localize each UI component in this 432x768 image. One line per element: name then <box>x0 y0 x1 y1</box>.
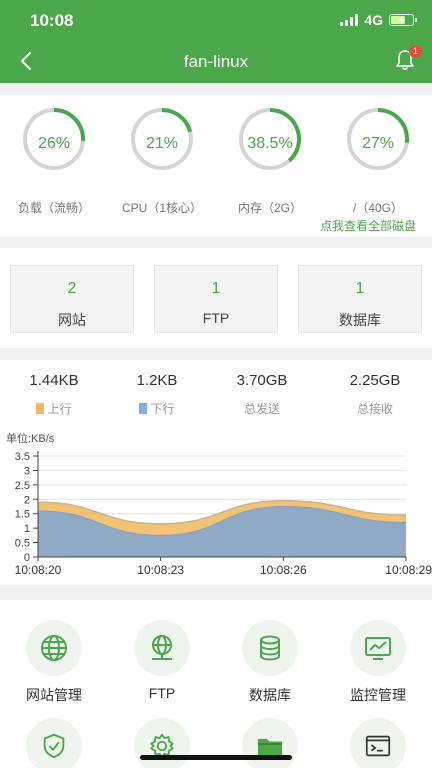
folder-icon <box>242 718 298 768</box>
download-swatch <box>139 403 148 414</box>
status-indicators: 4G <box>340 12 417 28</box>
count-value: 1 <box>211 280 221 297</box>
upload-swatch <box>36 403 45 414</box>
system-status-card: 26% 负载（流畅） 21% CPU（1核心） 38.5% 内存（2G） 27%… <box>0 95 432 237</box>
ftp-globe-icon <box>134 620 190 676</box>
y-tick-label: 1 <box>24 523 30 535</box>
gauge-label: CPU（1核心） <box>121 201 202 215</box>
traffic-label: 总发送 <box>243 402 280 416</box>
gauge-memory[interactable]: 38.5% 内存（2G） <box>228 107 312 216</box>
count-label: 网站 <box>58 312 86 328</box>
gauge-label: 内存（2G） <box>237 201 302 215</box>
view-all-disks-link[interactable]: 点我查看全部磁盘 <box>320 217 416 234</box>
battery-icon <box>389 14 417 26</box>
gauge-label: 负载（流畅） <box>17 201 90 215</box>
terminal-icon <box>350 718 406 768</box>
traffic-label: 总接收 <box>356 402 393 416</box>
database-icon <box>242 620 298 676</box>
count-value: 2 <box>67 280 77 297</box>
shield-check-icon <box>26 718 82 768</box>
traffic-value: 1.44KB <box>29 372 79 389</box>
counts-card: 2 网站 1 FTP 1 数据库 <box>0 248 432 348</box>
x-tick-label: 10:08:23 <box>137 563 184 577</box>
x-tick-label: 10:08:26 <box>260 563 307 577</box>
menu-ftp[interactable]: FTP <box>112 620 212 701</box>
page-title: fan-linux <box>183 52 249 71</box>
count-databases[interactable]: 1 数据库 <box>298 265 422 333</box>
traffic-total-sent: 3.70GB 总发送 <box>212 372 312 417</box>
count-label: FTP <box>202 310 230 326</box>
y-tick-label: 2.5 <box>15 480 30 492</box>
traffic-chart: 00.511.522.533.510:08:20 10:08:23 10:08:26… <box>15 451 432 577</box>
menu-label: FTP <box>148 685 176 701</box>
traffic-value: 1.2KB <box>136 372 178 389</box>
menu-label: 网站管理 <box>26 687 82 703</box>
count-label: 数据库 <box>339 312 381 328</box>
traffic-value: 3.70GB <box>236 372 288 389</box>
signal-icon <box>340 14 359 26</box>
gauge-load[interactable]: 26% 负载（流畅） <box>12 107 96 216</box>
traffic-value: 2.25GB <box>349 372 401 389</box>
y-tick-label: 1.5 <box>15 509 30 521</box>
gauge-cpu[interactable]: 21% CPU（1核心） <box>120 107 204 216</box>
notification-badge: 1 <box>409 45 422 58</box>
gauge-value: 26% <box>37 135 71 152</box>
y-tick-label: 3 <box>24 465 30 477</box>
menu-database[interactable]: 数据库 <box>220 620 320 705</box>
x-tick-label: 10:08:29 <box>385 563 432 577</box>
y-tick-label: 0.5 <box>15 538 30 550</box>
y-tick-label: 2 <box>24 494 30 506</box>
home-indicator <box>140 755 292 760</box>
menu-terminal[interactable] <box>328 718 428 768</box>
traffic-download: 1.2KB 下行 <box>107 372 207 417</box>
network-type: 4G <box>364 12 383 28</box>
traffic-total-received: 2.25GB 总接收 <box>325 372 425 417</box>
gauge-value: 21% <box>145 135 179 152</box>
menu-security[interactable] <box>4 718 104 768</box>
traffic-upload: 1.44KB 上行 <box>4 372 104 417</box>
status-bar: 10:08 4G <box>0 0 432 40</box>
gauge-value: 38.5% <box>247 135 293 152</box>
menu-website-management[interactable]: 网站管理 <box>4 620 104 705</box>
x-tick-label: 10:08:20 <box>15 563 62 577</box>
gauge-progress <box>161 108 193 133</box>
menu-monitoring[interactable]: 监控管理 <box>328 620 428 705</box>
app: 10:08 4G fan-linux 1 26% 负载（流畅） 21% CPU（… <box>0 0 432 768</box>
status-time: 10:08 <box>30 11 74 30</box>
traffic-label: 下行 <box>150 402 175 416</box>
menu-settings[interactable] <box>112 718 212 768</box>
traffic-label: 上行 <box>47 402 72 416</box>
function-menu: 网站管理 FTP 数据库 监控管理 <box>0 600 432 768</box>
count-ftp[interactable]: 1 FTP <box>154 265 278 333</box>
menu-label: 监控管理 <box>350 687 406 703</box>
gauge-disk[interactable]: 27% /（40G） <box>336 107 420 216</box>
count-websites[interactable]: 2 网站 <box>10 265 134 333</box>
menu-files[interactable] <box>220 718 320 768</box>
gauge-value: 27% <box>361 135 395 152</box>
globe-icon <box>26 620 82 676</box>
gauge-label: /（40G） <box>352 201 404 215</box>
monitor-chart-icon <box>350 620 406 676</box>
count-value: 1 <box>355 280 365 297</box>
menu-label: 数据库 <box>249 687 291 703</box>
y-tick-label: 3.5 <box>15 451 30 463</box>
traffic-card: 1.44KB 上行 1.2KB 下行 3.70GB 总发送 2.25GB 总接收… <box>0 360 432 585</box>
chart-unit: 单位:KB/s <box>6 433 55 445</box>
gear-icon <box>134 718 190 768</box>
nav-bar: fan-linux 1 <box>0 40 432 83</box>
